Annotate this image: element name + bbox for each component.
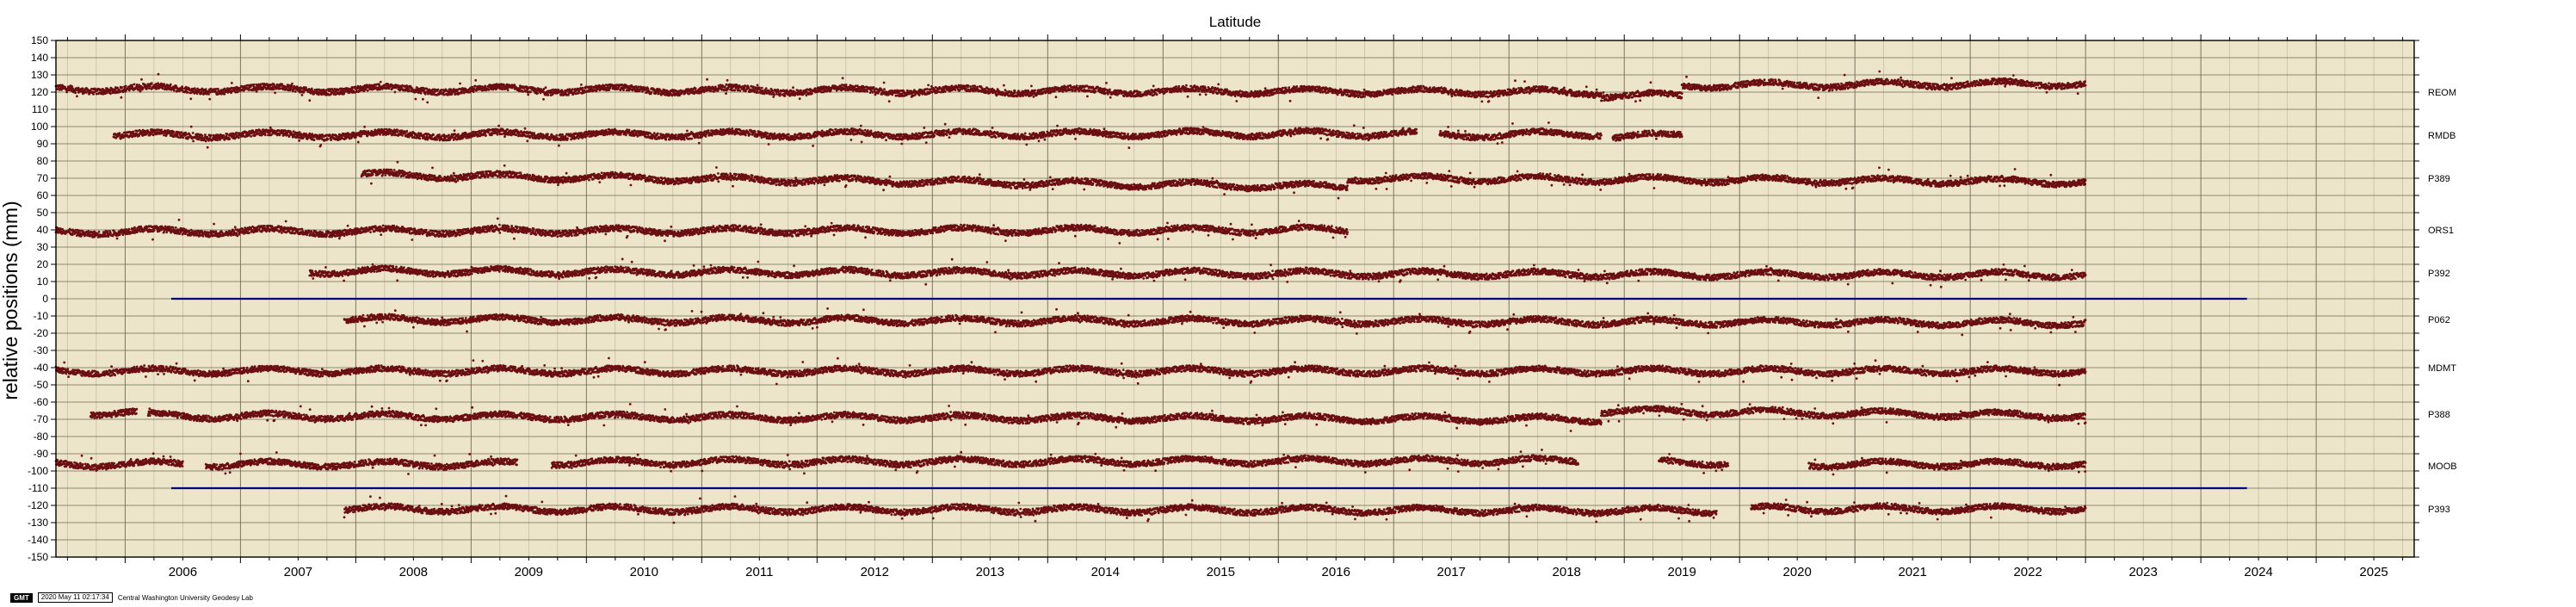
data-point	[208, 98, 211, 101]
data-point	[420, 92, 423, 95]
data-point	[120, 86, 123, 89]
data-point	[158, 73, 160, 76]
data-point	[142, 88, 145, 90]
data-point	[231, 82, 233, 84]
data-point	[253, 84, 256, 86]
data-point	[207, 93, 210, 96]
data-point	[426, 102, 429, 104]
data-point	[248, 89, 250, 91]
data-point	[125, 85, 127, 88]
data-point	[74, 91, 77, 94]
data-point	[205, 88, 207, 90]
data-point	[294, 90, 297, 93]
data-point	[217, 88, 219, 90]
data-point	[120, 96, 123, 99]
data-point	[173, 90, 176, 92]
data-point	[109, 92, 112, 95]
data-point	[394, 91, 397, 94]
data-point	[189, 97, 192, 100]
data-point	[167, 84, 170, 87]
data-point	[308, 99, 311, 102]
data-point	[359, 90, 361, 92]
data-point	[133, 84, 136, 86]
data-point	[408, 89, 411, 91]
data-point	[182, 88, 184, 90]
data-point	[367, 90, 369, 92]
data-point	[139, 90, 142, 93]
data-point	[96, 93, 98, 96]
data-point	[256, 90, 258, 93]
data-point	[170, 84, 172, 86]
data-point	[292, 90, 294, 93]
latitude-chart: Latitude relative positions (mm) -150-14…	[0, 0, 2576, 607]
data-point	[140, 78, 143, 81]
data-point	[343, 93, 345, 96]
data-point	[301, 94, 304, 96]
data-point	[136, 84, 139, 86]
data-point	[76, 95, 78, 97]
chart-title: Latitude	[1209, 14, 1262, 30]
data-point	[187, 91, 189, 94]
data-point	[380, 81, 382, 84]
data-point	[151, 82, 153, 84]
y-axis-label: relative positions (mm)	[0, 201, 22, 400]
data-point	[415, 98, 417, 101]
data-point	[422, 98, 424, 101]
data-point	[131, 84, 133, 87]
data-point	[291, 83, 293, 85]
data-point	[273, 88, 275, 90]
data-point	[274, 91, 276, 94]
